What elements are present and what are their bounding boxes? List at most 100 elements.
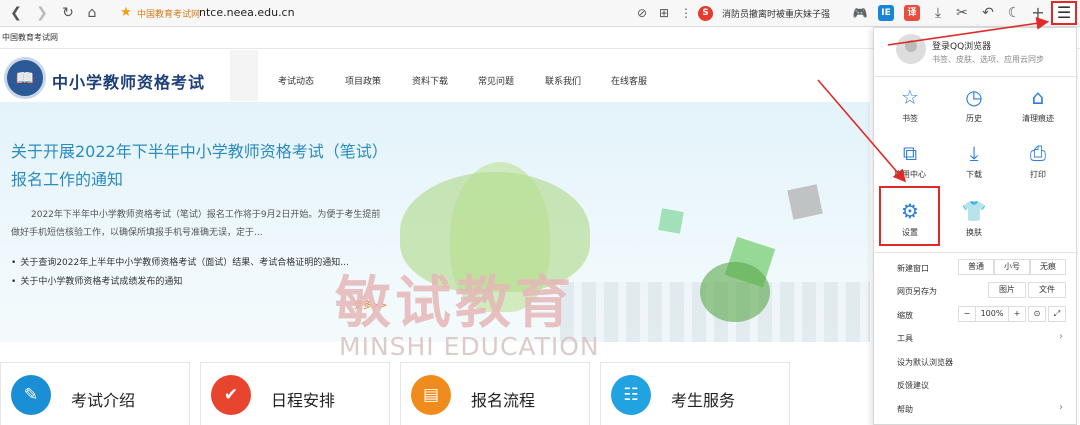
card-label: 日程安排	[271, 391, 336, 410]
form-icon: ▤	[411, 375, 451, 415]
check-icon: ✔	[211, 375, 251, 415]
menu-item-label: 历史	[966, 114, 982, 123]
nav-faq[interactable]: 常见问题	[478, 74, 514, 87]
browser-toolbar: ❮ ❯ ↻ ⌂ ★ 中国教育考试网 ntce.neea.edu.cn ⊘ ⊞ ⋮…	[0, 0, 1080, 27]
lock-icon[interactable]: ⊙	[1028, 306, 1046, 322]
refresh-icon[interactable]: ↻	[58, 3, 78, 23]
menu-item-help[interactable]: 帮助	[897, 404, 913, 415]
clock-icon: ◷	[965, 85, 983, 109]
printer-icon: ⎙	[1030, 141, 1046, 165]
menu-divider	[874, 76, 1078, 77]
tab-site-label: 中国教育考试网	[137, 10, 201, 20]
nav-highlight	[230, 50, 258, 101]
browser-menu-panel: 登录QQ浏览器 书签、皮肤、选项、应用云同步 ☆ 书签 ◷ 历史 ⌂ 清理痕迹 …	[873, 27, 1078, 425]
menu-item-label: 书签	[902, 114, 918, 123]
document-icon: ✎	[11, 375, 51, 415]
menu-item-label: 打印	[1030, 170, 1046, 179]
main-menu-button[interactable]: ☰	[1051, 1, 1077, 25]
reader-icon[interactable]: ⊘	[632, 3, 652, 23]
menu-item-clear-traces[interactable]: ⌂ 清理痕迹	[1008, 84, 1068, 124]
ie-extension-icon[interactable]: IE	[878, 5, 894, 21]
game-icon[interactable]: 🎮	[850, 3, 870, 23]
save-as-label: 网页另存为	[897, 287, 937, 296]
new-window-small-button[interactable]: 小号	[994, 259, 1030, 275]
menu-item-print[interactable]: ⎙ 打印	[1008, 140, 1068, 180]
menu-item-label: 清理痕迹	[1022, 114, 1054, 123]
book-icon: 📖	[15, 69, 35, 87]
broom-icon: ⌂	[1031, 85, 1045, 109]
bookmark-star-icon[interactable]: ★	[116, 3, 136, 23]
new-window-normal-button[interactable]: 普通	[958, 259, 994, 275]
zoom-label: 缩放	[897, 311, 913, 320]
fullscreen-icon[interactable]: ⤢	[1048, 306, 1066, 322]
card-registration[interactable]: ▤ 报名流程	[400, 362, 590, 425]
menu-item-feedback[interactable]: 反馈建议	[897, 380, 929, 391]
download-icon[interactable]: ⤓	[928, 3, 948, 23]
cube-illustration	[658, 208, 684, 234]
settings-highlight-box	[879, 186, 940, 246]
chevron-right-icon: ›	[1059, 402, 1063, 413]
breadcrumb[interactable]: 中国教育考试网	[2, 32, 58, 43]
watermark-chinese: 敏试教育	[335, 270, 575, 336]
hero-description: 2022年下半年中小学教师资格考试（笔试）报名工作将于9月2日开始。为便于考生提…	[11, 210, 381, 238]
menu-item-skins[interactable]: 👕 换肤	[944, 198, 1004, 238]
list-item[interactable]: 关于查询2022年上半年中小学教师资格考试（面试）结果、考试合格证明的通知...	[11, 254, 349, 273]
site-name[interactable]: 中小学教师资格考试	[52, 69, 205, 93]
menu-item-label: 下载	[966, 170, 982, 179]
translate-icon[interactable]: 译	[904, 5, 920, 21]
login-subtitle: 书签、皮肤、选项、应用云同步	[932, 55, 1044, 64]
zoom-value: 100%	[976, 306, 1008, 322]
menu-item-bookmarks[interactable]: ☆ 书签	[880, 84, 940, 124]
star-icon: ☆	[901, 85, 919, 109]
ntce-logo[interactable]: 📖	[4, 57, 46, 99]
card-exam-intro[interactable]: ✎ 考试介绍	[0, 362, 190, 425]
nav-policy[interactable]: 项目政策	[345, 74, 381, 87]
zoom-out-button[interactable]: −	[958, 306, 976, 322]
hero-headline[interactable]: 关于开展2022年下半年中小学教师资格考试（笔试）报名工作的通知	[11, 138, 391, 194]
shirt-icon: 👕	[961, 199, 987, 223]
tab-menu-icon[interactable]: ⋮	[676, 3, 696, 23]
list-item[interactable]: 关于中小学教师资格考试成绩发布的通知	[11, 273, 349, 292]
menu-item-label: 应用中心	[894, 170, 926, 179]
nav-downloads[interactable]: 资料下载	[412, 74, 448, 87]
avatar[interactable]	[896, 34, 926, 64]
new-window-incognito-button[interactable]: 无痕	[1030, 259, 1066, 275]
scissors-icon[interactable]: ✂	[952, 3, 972, 23]
menu-item-app-center[interactable]: ⧉ 应用中心	[880, 140, 940, 180]
puzzle-icon: ⧉	[902, 141, 918, 165]
save-as-image-button[interactable]: 图片	[988, 282, 1026, 298]
night-mode-icon[interactable]: ☾	[1004, 3, 1024, 23]
home-icon[interactable]: ⌂	[82, 3, 102, 23]
id-card-icon: ☷	[611, 375, 651, 415]
zoom-in-button[interactable]: +	[1008, 306, 1026, 322]
menu-item-tools[interactable]: 工具	[897, 333, 913, 344]
undo-close-icon[interactable]: ↶	[978, 3, 998, 23]
tree-illustration	[700, 262, 770, 322]
address-bar-url[interactable]: ntce.neea.edu.cn	[199, 6, 295, 19]
card-label: 报名流程	[471, 391, 536, 410]
new-window-label: 新建窗口	[897, 264, 929, 273]
nav-exam-news[interactable]: 考试动态	[278, 74, 314, 87]
download-icon: ⤓	[969, 141, 979, 165]
news-ticker[interactable]: 消防员撤离时被重庆妹子强	[722, 7, 842, 20]
card-label: 考生服务	[671, 391, 736, 410]
card-schedule[interactable]: ✔ 日程安排	[200, 362, 390, 425]
menu-item-history[interactable]: ◷ 历史	[944, 84, 1004, 124]
card-candidate-service[interactable]: ☷ 考生服务	[600, 362, 790, 425]
nav-contact[interactable]: 联系我们	[545, 74, 581, 87]
news-badge-icon[interactable]: S	[698, 6, 713, 21]
card-label: 考试介绍	[71, 391, 136, 410]
nav-online-service[interactable]: 在线客服	[611, 74, 647, 87]
new-tab-icon[interactable]: +	[1028, 3, 1048, 23]
menu-divider	[874, 252, 1078, 253]
grid-view-icon[interactable]: ⊞	[654, 3, 674, 23]
save-as-file-button[interactable]: 文件	[1028, 282, 1066, 298]
menu-item-label: 换肤	[966, 228, 982, 237]
back-icon[interactable]: ❮	[6, 3, 26, 23]
login-title[interactable]: 登录QQ浏览器	[932, 39, 991, 52]
forward-icon[interactable]: ❯	[32, 3, 52, 23]
chevron-right-icon: ›	[1059, 331, 1063, 342]
cube-illustration	[787, 184, 823, 220]
menu-item-set-default-browser[interactable]: 设为默认浏览器	[897, 357, 953, 368]
menu-item-downloads[interactable]: ⤓ 下载	[944, 140, 1004, 180]
